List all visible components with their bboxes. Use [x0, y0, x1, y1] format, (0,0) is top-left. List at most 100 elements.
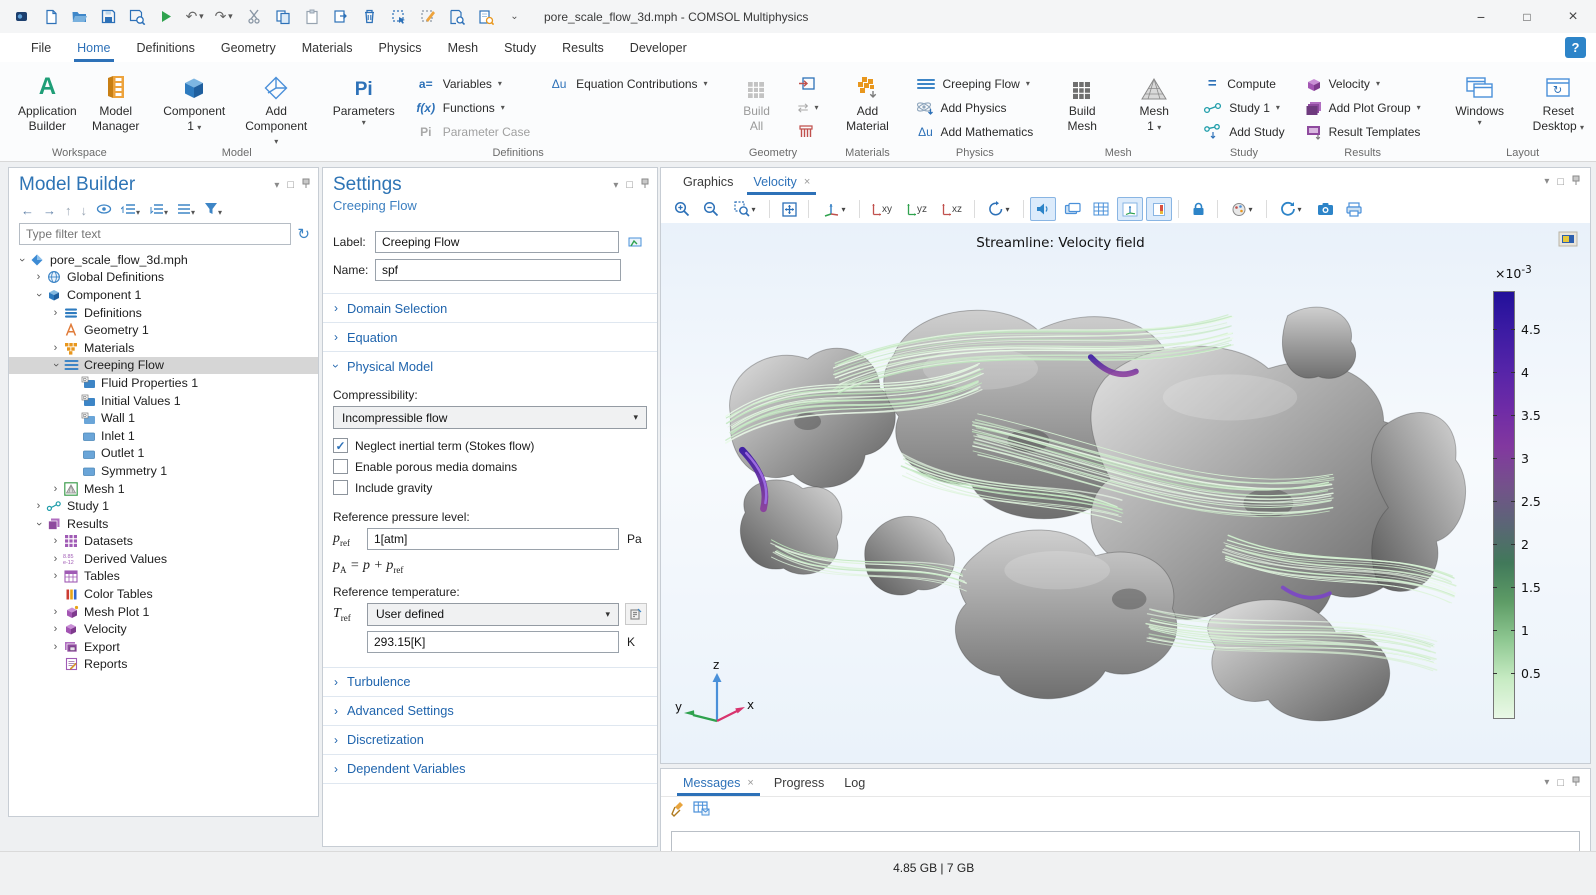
tab-velocity[interactable]: Velocity× [743, 168, 820, 195]
tree-item-initial-values-1[interactable]: DInitial Values 1 [9, 392, 318, 410]
back-icon[interactable]: ← [21, 203, 34, 218]
tab-developer[interactable]: Developer [617, 33, 700, 62]
show-icon[interactable] [96, 203, 112, 218]
rotate-icon[interactable]: ▾ [981, 197, 1017, 221]
filter-icon[interactable]: ▾ [204, 202, 222, 218]
clear-messages-icon[interactable] [671, 801, 685, 820]
snapshot-icon[interactable] [1312, 197, 1338, 221]
close-icon[interactable]: × [804, 176, 810, 188]
build-all-button[interactable]: BuildAll [725, 67, 789, 135]
panel-float-icon[interactable]: □ [287, 179, 294, 191]
tree-filter-input[interactable] [19, 223, 291, 245]
help-button[interactable]: ? [1565, 37, 1586, 58]
section-equation[interactable]: ›Equation [323, 322, 657, 351]
zoom-out-icon[interactable] [698, 197, 724, 221]
section-physical-model[interactable]: ›Physical Model [323, 351, 657, 380]
tree-item-creeping-flow[interactable]: ›Creeping Flow [9, 357, 318, 375]
add-study-button[interactable]: Add Study [1200, 122, 1287, 141]
color-legend-icon[interactable] [1146, 197, 1172, 221]
move-down-icon[interactable]: ↓ [81, 203, 88, 218]
tree-item-global-definitions[interactable]: ›Global Definitions [9, 269, 318, 287]
save-icon[interactable] [95, 4, 122, 29]
tree-expander-icon[interactable]: › [49, 570, 62, 582]
tab-materials[interactable]: Materials [289, 33, 366, 62]
update-plot-icon[interactable]: ▾ [1273, 197, 1309, 221]
undo-icon[interactable]: ↶▾ [182, 4, 209, 29]
panel-float-icon[interactable]: □ [626, 179, 633, 191]
tab-geometry[interactable]: Geometry [208, 33, 289, 62]
tab-mesh[interactable]: Mesh [435, 33, 492, 62]
checkbox-stokes-flow[interactable]: ✓Neglect inertial term (Stokes flow) [323, 435, 657, 456]
sound-icon[interactable] [1030, 197, 1056, 221]
tab-definitions[interactable]: Definitions [124, 33, 208, 62]
find-results-icon[interactable] [472, 4, 499, 29]
tree-item-wall-1[interactable]: DWall 1 [9, 409, 318, 427]
tree-expander-icon[interactable]: › [49, 553, 62, 565]
graphics-canvas[interactable]: Streamline: Velocity field [661, 223, 1590, 763]
zoom-in-icon[interactable] [669, 197, 695, 221]
variables-button[interactable]: a=Variables▾ [412, 74, 533, 93]
tree-expander-icon[interactable]: › [49, 342, 62, 354]
tref-dropdown[interactable]: User defined▾ [367, 603, 619, 626]
name-input[interactable] [375, 259, 621, 281]
tree-item-definitions[interactable]: ›Definitions [9, 304, 318, 322]
tree-expander-icon[interactable]: › [49, 359, 62, 371]
expand-icon[interactable]: ▾ [149, 203, 168, 218]
grid-icon[interactable] [1088, 197, 1114, 221]
tab-results[interactable]: Results [549, 33, 617, 62]
tree-expander-icon[interactable]: › [49, 606, 62, 618]
maximize-icon[interactable]: □ [1504, 0, 1550, 33]
tab-progress[interactable]: Progress [764, 769, 834, 796]
qat-more-icon[interactable]: ⌄ [501, 4, 528, 29]
tree-expander-icon[interactable]: › [49, 535, 62, 547]
tree-expander-icon[interactable]: › [32, 271, 45, 283]
print-icon[interactable] [1341, 197, 1367, 221]
add-material-button[interactable]: AddMaterial [835, 67, 899, 135]
tree-expander-icon[interactable]: › [32, 289, 45, 301]
message-log-icon[interactable] [693, 801, 710, 819]
add-mathematics-button[interactable]: ΔuAdd Mathematics [913, 122, 1036, 141]
velocity-plot-button[interactable]: Velocity▾ [1302, 74, 1424, 93]
physics-interface-button[interactable]: Creeping Flow▾ [913, 74, 1036, 93]
tree-item-fluid-properties-1[interactable]: DFluid Properties 1 [9, 374, 318, 392]
tree-item-results[interactable]: ›Results [9, 515, 318, 533]
duplicate-icon[interactable] [327, 4, 354, 29]
panel-float-icon[interactable]: □ [1557, 777, 1564, 789]
paste-icon[interactable] [298, 4, 325, 29]
go-to-source-icon[interactable] [625, 603, 647, 625]
close-icon[interactable]: × [747, 777, 753, 789]
add-plot-group-button[interactable]: Add Plot Group▾ [1302, 98, 1424, 117]
tree-item-study-1[interactable]: ›Study 1 [9, 497, 318, 515]
tree-expander-icon[interactable]: › [49, 623, 62, 635]
tree-item-symmetry-1[interactable]: Symmetry 1 [9, 462, 318, 480]
checkbox-porous-media[interactable]: Enable porous media domains [323, 456, 657, 477]
move-up-icon[interactable]: ↑ [65, 203, 72, 218]
functions-button[interactable]: f(x)Functions▾ [412, 98, 533, 117]
reset-desktop-button[interactable]: ↻ ResetDesktop ▾ [1526, 67, 1591, 135]
forward-icon[interactable]: → [43, 203, 56, 218]
tree-item-derived-values[interactable]: ›8.85e-12Derived Values [9, 550, 318, 568]
section-domain-selection[interactable]: ›Domain Selection [323, 293, 657, 322]
section-advanced-settings[interactable]: ›Advanced Settings [323, 696, 657, 725]
orientation-indicator-icon[interactable] [1117, 197, 1143, 221]
virtual-operations-button[interactable] [795, 122, 822, 141]
open-file-icon[interactable] [66, 4, 93, 29]
tree-expander-icon[interactable]: › [49, 483, 62, 495]
model-manager-button[interactable]: ModelManager [84, 67, 148, 135]
panel-menu-icon[interactable]: ▾ [1544, 176, 1549, 187]
panel-float-icon[interactable]: □ [1557, 176, 1564, 188]
minimize-icon[interactable]: − [1458, 0, 1504, 33]
tree-item-reports[interactable]: Reports [9, 656, 318, 674]
zoom-extents-icon[interactable] [776, 197, 802, 221]
tab-file[interactable]: File [18, 33, 64, 62]
tree-item-velocity[interactable]: ›Velocity [9, 620, 318, 638]
tree-expander-icon[interactable]: › [32, 518, 45, 530]
compute-button[interactable]: =Compute [1200, 74, 1287, 93]
tree-expander-icon[interactable]: › [49, 641, 62, 653]
equation-contributions-button[interactable]: ΔuEquation Contributions▾ [545, 74, 710, 93]
tree-item-datasets[interactable]: ›Datasets [9, 533, 318, 551]
tab-study[interactable]: Study [491, 33, 549, 62]
lock-icon[interactable] [1185, 197, 1211, 221]
mesh1-button[interactable]: Mesh1 ▾ [1122, 67, 1186, 135]
tree-expander-icon[interactable]: › [32, 500, 45, 512]
